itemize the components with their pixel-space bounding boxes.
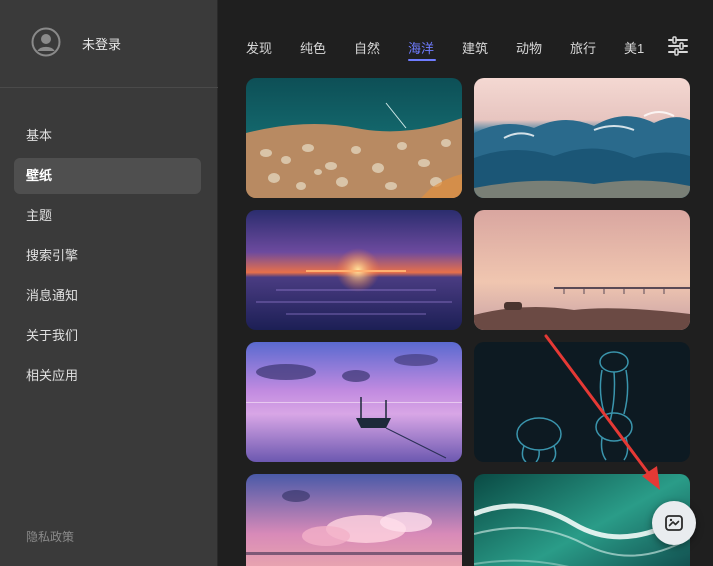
privacy-policy-link[interactable]: 隐私政策 [26, 528, 74, 545]
avatar-icon[interactable] [31, 27, 61, 57]
tab-architecture[interactable]: 建筑 [462, 38, 488, 57]
wallpaper-main: 发现 纯色 自然 海洋 建筑 动物 旅行 美1 [218, 0, 713, 566]
sliders-icon[interactable] [667, 36, 689, 56]
sidebar-item-search-engine[interactable]: 搜索引擎 [14, 238, 201, 274]
tab-solid-color[interactable]: 纯色 [300, 38, 326, 57]
tab-beauty[interactable]: 美1 [624, 38, 646, 57]
user-panel[interactable]: 未登录 [0, 0, 218, 88]
sidebar-item-about[interactable]: 关于我们 [14, 318, 201, 354]
sidebar-item-notifications[interactable]: 消息通知 [14, 278, 201, 314]
wallpaper-thumb-jellyfish-dark[interactable] [474, 342, 690, 462]
tab-animals[interactable]: 动物 [516, 38, 542, 57]
tab-discover[interactable]: 发现 [246, 38, 272, 57]
sidebar: 未登录 基本 壁纸 主题 搜索引擎 消息通知 关于我们 相关应用 隐私政策 [0, 0, 218, 566]
tab-ocean[interactable]: 海洋 [408, 38, 434, 57]
wallpaper-switch-button[interactable] [652, 501, 696, 545]
user-name[interactable]: 未登录 [82, 34, 121, 53]
tab-travel[interactable]: 旅行 [570, 38, 596, 57]
wallpaper-thumb-pink-clouds-sea[interactable] [246, 474, 462, 566]
category-tabs: 发现 纯色 自然 海洋 建筑 动物 旅行 美1 [218, 0, 713, 62]
wallpaper-thumb-pier-pink-sky[interactable] [474, 210, 690, 330]
sidebar-item-related-apps[interactable]: 相关应用 [14, 358, 201, 394]
wallpaper-thumb-ocean-pebbles[interactable] [246, 78, 462, 198]
active-tab-indicator [408, 59, 436, 61]
wallpaper-thumb-ocean-sunset-purple[interactable] [246, 210, 462, 330]
settings-nav: 基本 壁纸 主题 搜索引擎 消息通知 关于我们 相关应用 [14, 118, 201, 398]
tab-nature[interactable]: 自然 [354, 38, 380, 57]
wallpaper-thumb-boat-purple-lake[interactable] [246, 342, 462, 462]
sidebar-item-wallpaper[interactable]: 壁纸 [14, 158, 201, 194]
sidebar-item-theme[interactable]: 主题 [14, 198, 201, 234]
wallpaper-switch-icon [665, 515, 683, 531]
wallpaper-thumb-ocean-waves-dusk[interactable] [474, 78, 690, 198]
sidebar-item-basic[interactable]: 基本 [14, 118, 201, 154]
